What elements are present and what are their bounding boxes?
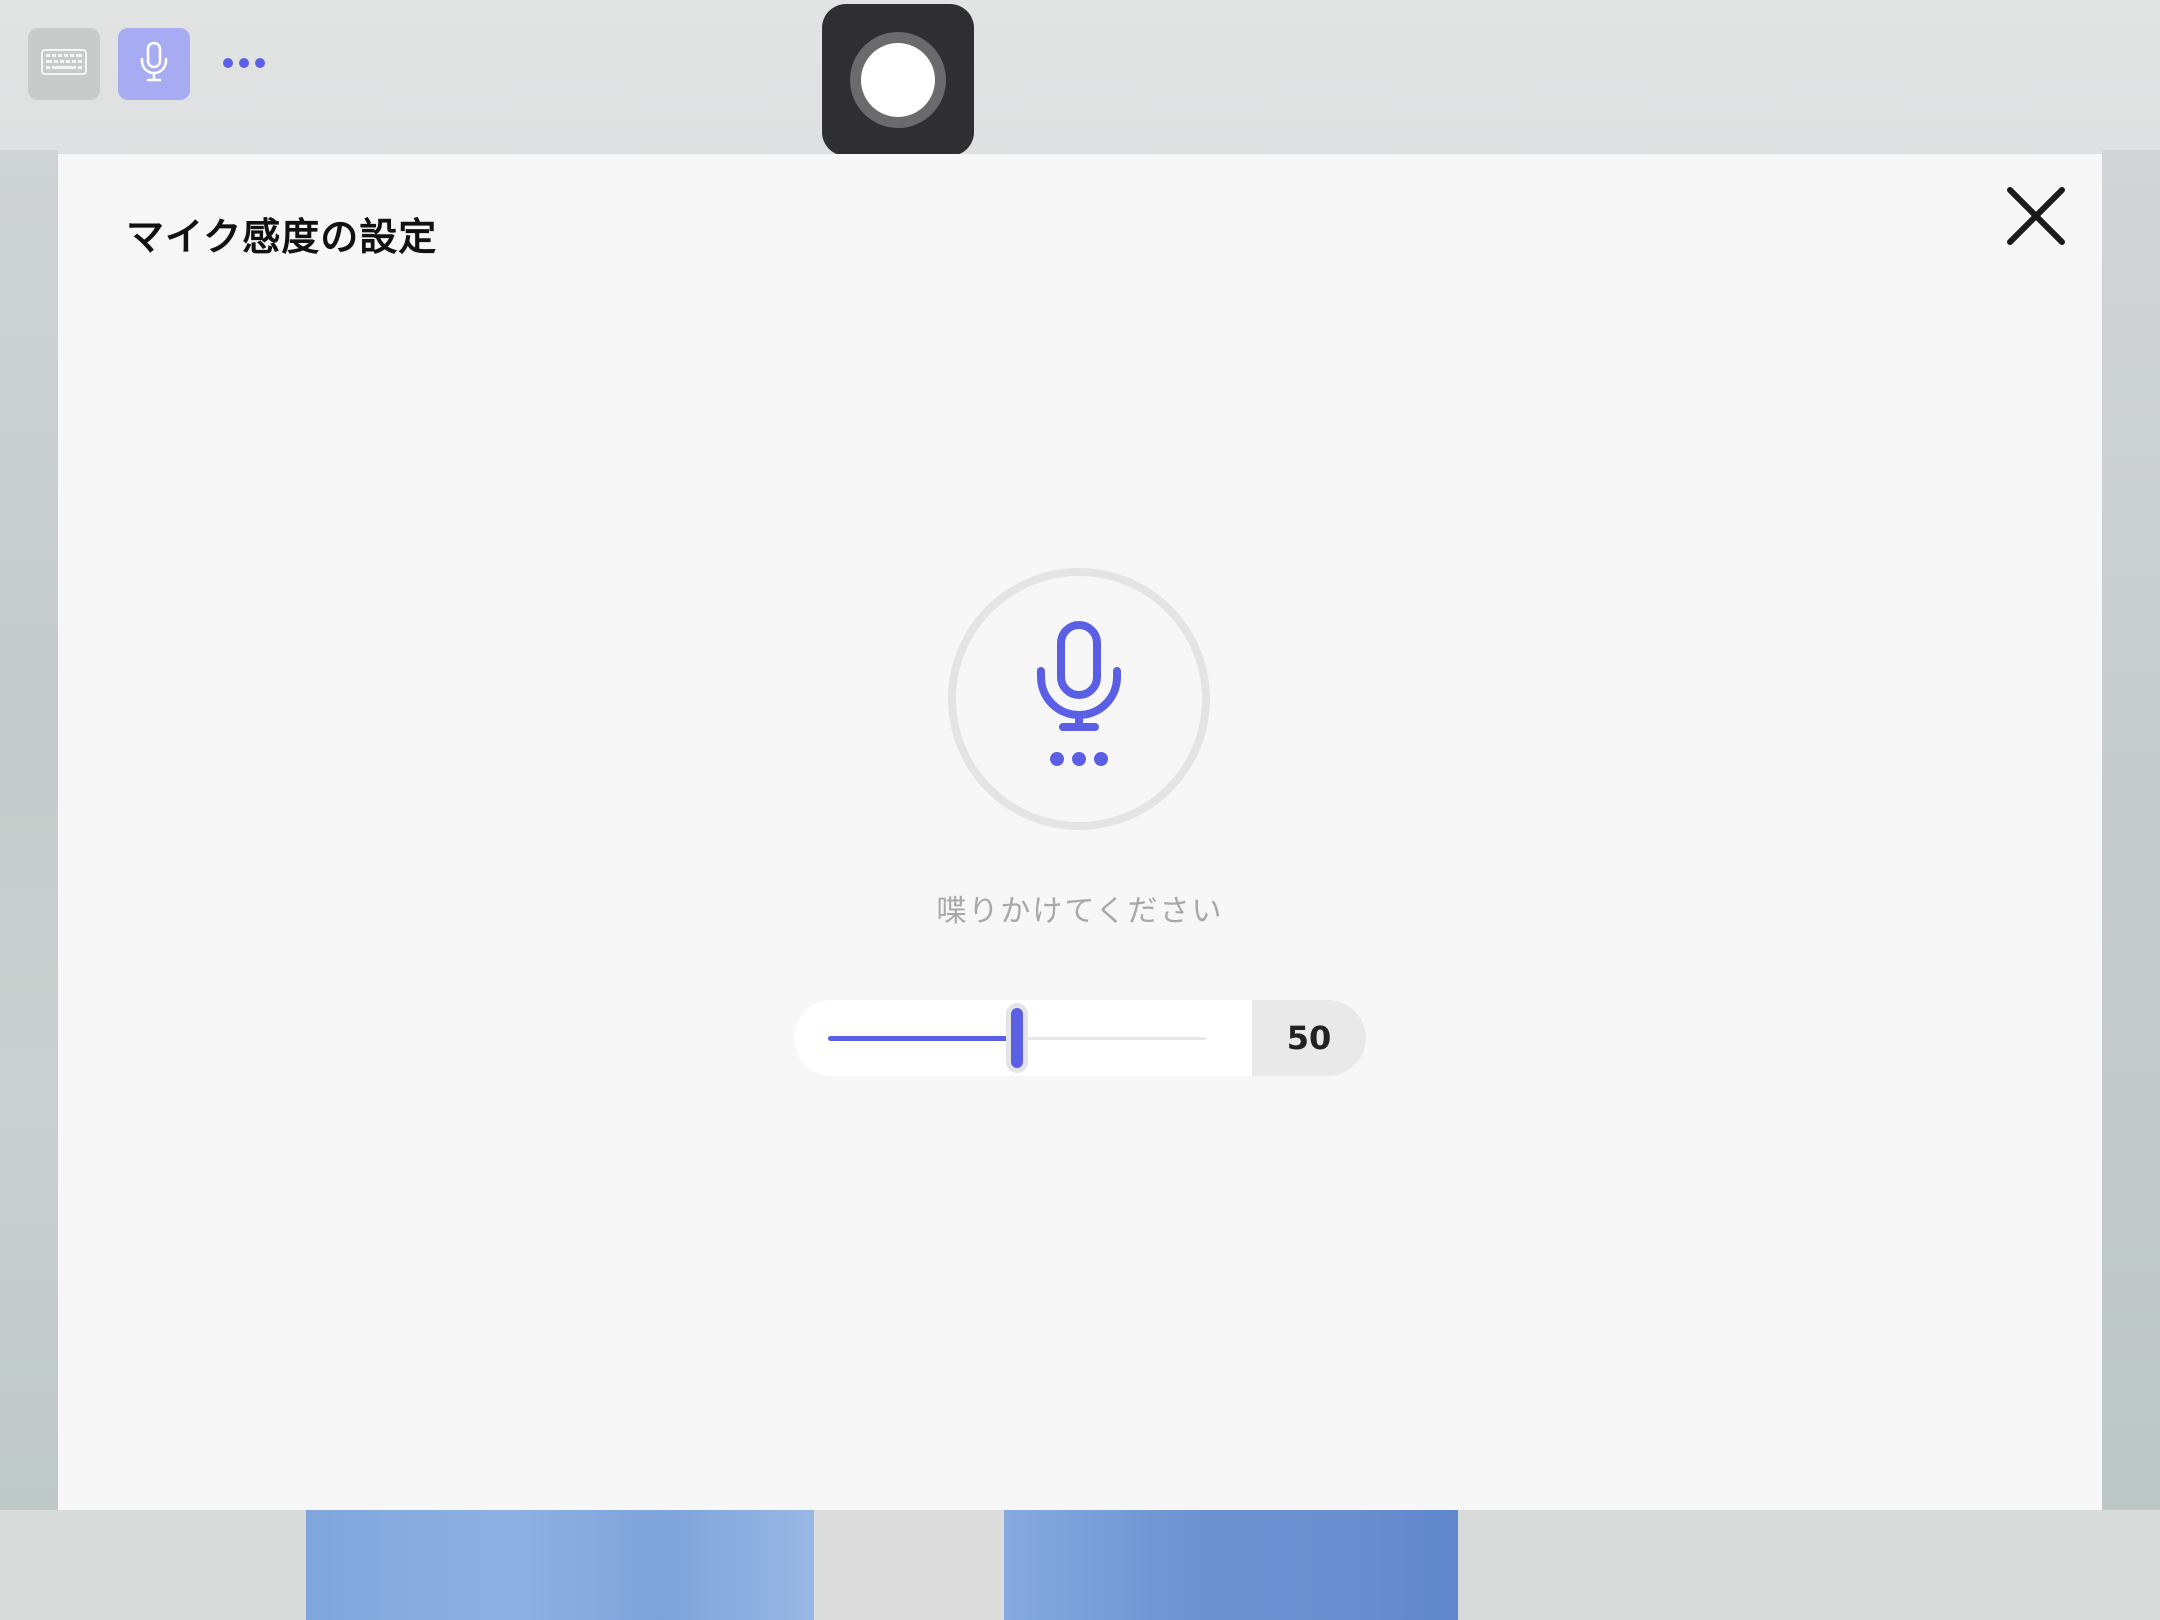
record-icon bbox=[850, 32, 946, 128]
sensitivity-value: 50 bbox=[1252, 1000, 1366, 1076]
keyboard-icon bbox=[41, 49, 87, 79]
sensitivity-slider[interactable]: 50 bbox=[794, 1000, 1366, 1076]
ellipsis-icon bbox=[221, 55, 267, 74]
top-toolbar bbox=[28, 28, 280, 100]
ellipsis-icon bbox=[1050, 752, 1108, 766]
background-right-edge bbox=[2102, 150, 2160, 1510]
mic-level-indicator bbox=[948, 568, 1210, 830]
record-button[interactable] bbox=[822, 4, 974, 156]
dialog-title: マイク感度の設定 bbox=[126, 215, 438, 259]
background-left-edge bbox=[0, 150, 58, 1510]
close-icon bbox=[2006, 186, 2066, 250]
slider-fill bbox=[828, 1036, 1017, 1041]
microphone-icon bbox=[138, 41, 170, 87]
background-figure-left bbox=[306, 1510, 814, 1620]
keyboard-button[interactable] bbox=[28, 28, 100, 100]
record-dot bbox=[861, 43, 935, 117]
background-figure-right bbox=[1004, 1510, 1458, 1620]
more-options-button[interactable] bbox=[208, 28, 280, 100]
mic-sensitivity-dialog: マイク感度の設定 喋りかけてください 50 bbox=[58, 154, 2102, 1510]
background-figure-gap bbox=[814, 1510, 1004, 1620]
close-button[interactable] bbox=[2004, 186, 2068, 250]
microphone-button[interactable] bbox=[118, 28, 190, 100]
slider-thumb-handle bbox=[1011, 1008, 1023, 1068]
microphone-icon bbox=[1037, 621, 1121, 766]
slider-thumb[interactable] bbox=[1002, 1000, 1032, 1076]
speak-prompt: 喋りかけてください bbox=[936, 894, 1224, 929]
